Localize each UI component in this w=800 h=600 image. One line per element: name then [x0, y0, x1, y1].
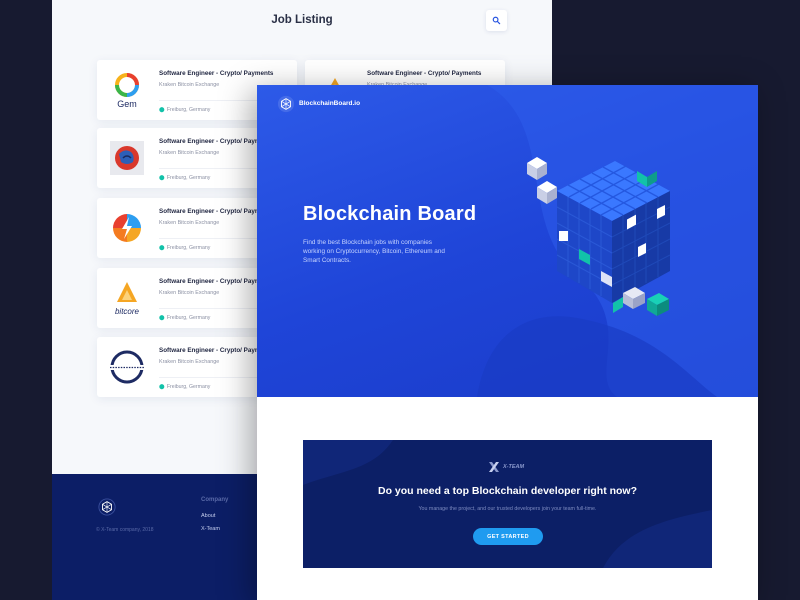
location-text: Freiburg, Germany: [166, 315, 211, 321]
job-title: Software Engineer - Crypto/ Payments: [159, 70, 274, 77]
bitcore-logo-text: bitcore: [115, 307, 140, 316]
blockchain-cube-illustration: [527, 157, 671, 316]
search-button[interactable]: [486, 10, 507, 31]
job-location: ⬤ Freiburg, Germany: [159, 245, 210, 251]
job-location: ⬤ Freiburg, Germany: [159, 175, 210, 181]
cta-panel: X-TEAM Do you need a top Blockchain deve…: [303, 440, 712, 568]
job-location: ⬤ Freiburg, Germany: [159, 315, 210, 321]
blockchain-board-page: BlockchainBoard.io Blockchain Board Find…: [257, 85, 758, 600]
location-pin-icon: ⬤: [159, 315, 165, 321]
company-name: Kraken Bitcoin Exchange: [159, 290, 220, 296]
job-title: Software Engineer - Crypto/ Paym: [159, 208, 261, 215]
map-globe-logo-icon: [110, 141, 144, 175]
hero-section: BlockchainBoard.io Blockchain Board Find…: [257, 85, 758, 397]
job-title: Software Engineer - Crypto/ Payments: [367, 70, 482, 77]
job-title: Software Engineer - Crypto/ Paym: [159, 347, 261, 354]
x-team-brand: X-TEAM: [503, 464, 525, 470]
company-name: Kraken Bitcoin Exchange: [159, 150, 220, 156]
hero-title: Blockchain Board: [303, 203, 477, 225]
location-pin-icon: ⬤: [159, 245, 165, 251]
hero-description: Find the best Blockchain jobs with compa…: [303, 239, 445, 265]
cta-background-waves: [303, 440, 712, 568]
bitcore-logo-icon: bitcore: [115, 282, 140, 316]
footer-link-about[interactable]: About: [201, 513, 215, 519]
ring-logo-icon: [109, 350, 145, 384]
blockchain-logo-icon: [98, 498, 116, 516]
blockchain-logo-icon: [277, 95, 295, 113]
footer-link-xteam[interactable]: X-Team: [201, 526, 220, 532]
location-text: Freiburg, Germany: [166, 245, 211, 251]
location-text: Freiburg, Germany: [166, 107, 211, 113]
company-name: Kraken Bitcoin Exchange: [159, 82, 220, 88]
brand-name[interactable]: BlockchainBoard.io: [299, 100, 360, 107]
company-name: Kraken Bitcoin Exchange: [159, 220, 220, 226]
location-pin-icon: ⬤: [159, 384, 165, 390]
location-text: Freiburg, Germany: [166, 175, 211, 181]
company-name: Kraken Bitcoin Exchange: [159, 359, 220, 365]
search-icon: [492, 16, 501, 25]
get-started-button[interactable]: GET STARTED: [473, 528, 543, 545]
location-pin-icon: ⬤: [159, 107, 165, 113]
gem-logo-text: Gem: [117, 99, 137, 109]
job-location: ⬤ Freiburg, Germany: [159, 384, 210, 390]
job-location: ⬤ Freiburg, Germany: [159, 107, 210, 113]
gem-logo-icon: Gem: [115, 73, 139, 109]
x-team-logo-icon: [489, 462, 499, 472]
location-pin-icon: ⬤: [159, 175, 165, 181]
cta-title: Do you need a top Blockchain developer r…: [377, 485, 638, 497]
lightning-circle-logo-icon: [113, 214, 141, 242]
location-text: Freiburg, Germany: [166, 384, 211, 390]
cta-subtitle: You manage the project, and our trusted …: [418, 506, 597, 512]
footer-company-heading: Company: [201, 497, 229, 503]
copyright-text: © X-Team company, 2018: [96, 527, 154, 533]
page-title: Job Listing: [271, 14, 333, 26]
job-title: Software Engineer - Crypto/ Paym: [159, 278, 261, 285]
